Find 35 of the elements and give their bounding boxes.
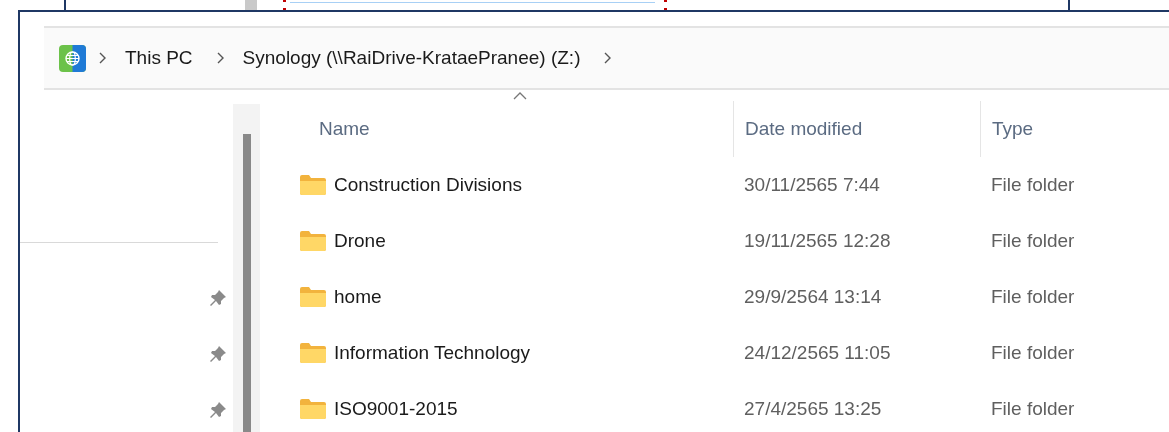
breadcrumb-item[interactable]: Synology (\\RaiDrive-KrataePranee) (Z:) [231,47,592,69]
column-header[interactable]: Name [260,101,733,157]
file-name[interactable]: Construction Divisions [334,174,522,196]
folder-icon [300,399,326,419]
chevron-icon [215,52,224,64]
file-name[interactable]: home [334,286,382,308]
file-type: File folder [990,341,1076,365]
file-type: File folder [990,285,1076,309]
date-modified: 29/9/2564 13:14 [743,285,883,309]
scrollbar-thumb[interactable] [243,134,251,432]
date-modified: 19/11/2565 12:28 [743,229,892,253]
file-type: File folder [990,173,1076,197]
date-modified: 30/11/2565 7:44 [743,173,881,197]
chevron-icon [603,52,612,64]
chevron-icon [98,52,106,64]
column-header[interactable]: Type [980,101,1169,157]
breadcrumb-item[interactable]: This PC [114,47,204,69]
pin-icon[interactable] [209,345,227,363]
file-name[interactable]: Drone [334,230,386,252]
column-header[interactable]: Date modified [733,101,980,157]
file-name[interactable]: Information Technology [334,342,531,364]
date-modified: 27/4/2565 13:25 [743,397,883,421]
file-type: File folder [990,397,1076,421]
date-modified: 24/12/2565 11:05 [743,341,892,365]
folder-icon [300,343,326,363]
scrollbar[interactable] [245,0,257,10]
folder-icon [300,231,326,251]
folder-icon [300,175,326,195]
pin-icon[interactable] [209,289,227,307]
pin-icon[interactable] [209,401,227,419]
folder-icon [300,287,326,307]
network-drive-icon[interactable] [59,44,86,72]
file-type: File folder [990,229,1076,253]
file-name[interactable]: ISO9001-2015 [334,398,458,420]
scrollbar[interactable] [233,104,260,432]
